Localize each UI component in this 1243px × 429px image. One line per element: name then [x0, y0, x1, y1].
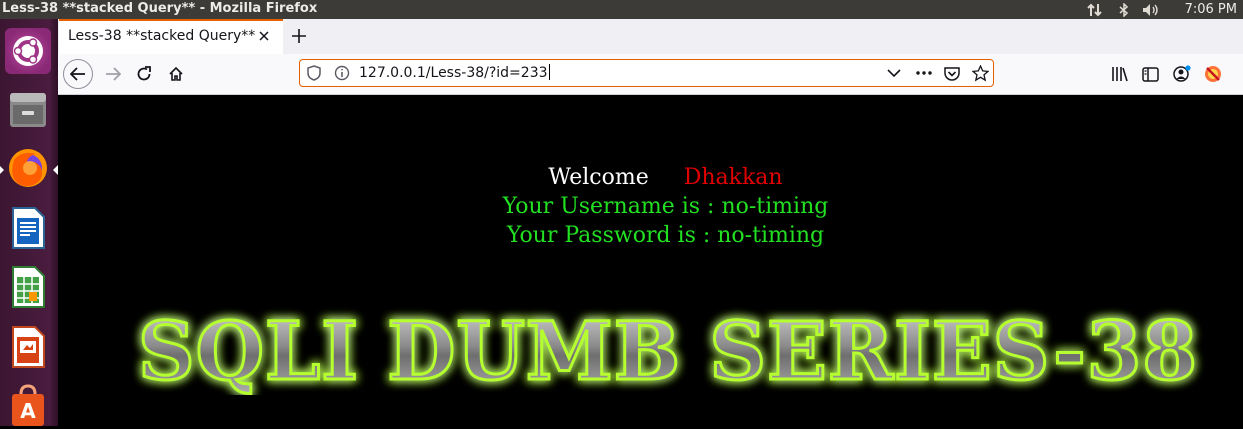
chevron-down-icon[interactable] — [885, 64, 903, 82]
launcher: A — [0, 19, 58, 426]
libreoffice-impress-icon[interactable] — [5, 324, 51, 370]
page-actions-icon[interactable] — [915, 64, 933, 82]
network-icon[interactable] — [1083, 0, 1107, 19]
tab-active[interactable]: Less-38 **stacked Query** — [59, 19, 283, 54]
clock[interactable]: 7:06 PM — [1185, 0, 1237, 19]
extension-icon[interactable] — [1203, 64, 1223, 84]
reload-button[interactable] — [129, 59, 159, 89]
back-button[interactable] — [63, 59, 93, 89]
navigation-toolbar: 127.0.0.1/Less-38/?id=233 — [58, 54, 1243, 95]
firefox-window: Less-38 **stacked Query** 127.0.0.1/Less… — [58, 19, 1243, 426]
tab-title: Less-38 **stacked Query** — [68, 28, 256, 44]
url-bar[interactable]: 127.0.0.1/Less-38/?id=233 — [299, 59, 994, 87]
files-icon[interactable] — [5, 87, 51, 133]
tab-strip: Less-38 **stacked Query** — [58, 19, 1243, 54]
ubuntu-dash-icon[interactable] — [5, 28, 51, 74]
bluetooth-icon[interactable] — [1113, 0, 1135, 19]
libreoffice-calc-icon[interactable] — [5, 264, 51, 310]
page-content: Welcome Dhakkan Your Username is : no-ti… — [58, 95, 1243, 426]
banner-text: SQLI DUMB SERIES-38 — [138, 305, 1198, 395]
library-icon[interactable] — [1110, 64, 1130, 84]
running-indicator — [0, 166, 4, 174]
top-panel: Less-38 **stacked Query** - Mozilla Fire… — [0, 0, 1243, 19]
account-icon[interactable] — [1172, 64, 1192, 84]
welcome-name: Dhakkan — [683, 165, 783, 190]
series-banner-image: SQLI DUMB SERIES-38 — [137, 305, 1199, 395]
bookmark-star-icon[interactable] — [971, 64, 989, 82]
firefox-icon[interactable] — [5, 145, 51, 191]
info-icon[interactable] — [333, 64, 351, 82]
url-value: 127.0.0.1/Less-38/?id=233 — [359, 65, 548, 81]
forward-button[interactable] — [98, 59, 128, 89]
shield-icon[interactable] — [305, 64, 323, 82]
libreoffice-writer-icon[interactable] — [5, 205, 51, 251]
close-tab-icon[interactable] — [255, 27, 273, 45]
welcome-line: Welcome Dhakkan — [58, 163, 1243, 193]
ubuntu-software-icon[interactable]: A — [5, 383, 51, 429]
welcome-label: Welcome — [548, 165, 649, 190]
window-title: Less-38 **stacked Query** - Mozilla Fire… — [2, 1, 318, 16]
username-line: Your Username is : no-timing — [502, 194, 829, 219]
indicator-area: 7:06 PM — [1083, 0, 1237, 19]
password-line: Your Password is : no-timing — [506, 223, 825, 248]
volume-icon[interactable] — [1139, 0, 1163, 19]
sidebar-icon[interactable] — [1140, 64, 1160, 84]
home-button[interactable] — [161, 59, 191, 89]
svg-text:A: A — [20, 399, 36, 423]
new-tab-icon[interactable] — [288, 25, 310, 47]
pocket-icon[interactable] — [943, 64, 961, 82]
text-caret — [548, 64, 550, 80]
url-text[interactable]: 127.0.0.1/Less-38/?id=233 — [359, 64, 550, 81]
